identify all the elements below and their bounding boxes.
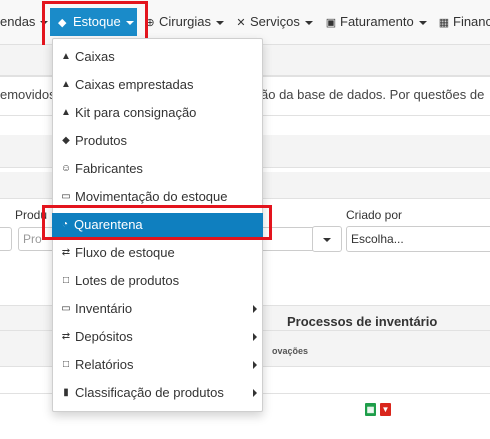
chevron-down-icon bbox=[304, 20, 313, 25]
chevron-right-icon bbox=[253, 333, 257, 341]
table-column-header: ovações bbox=[272, 346, 309, 356]
nav-item-label: Estoque bbox=[73, 14, 121, 29]
menu-item-produtos[interactable]: ◆ Produtos bbox=[53, 128, 262, 154]
produto-label: Produ bbox=[15, 208, 48, 222]
clipboard-icon: ▭ bbox=[61, 303, 71, 314]
bank-icon: ▲ bbox=[61, 51, 71, 62]
menu-item-label: Fluxo de estoque bbox=[75, 245, 175, 260]
menu-item-label: Movimentação do estoque bbox=[75, 189, 228, 204]
table-icon: ▦ bbox=[438, 17, 450, 29]
menu-item-kit-consignacao[interactable]: ▲ Kit para consignação bbox=[53, 100, 262, 126]
menu-item-label: Depósitos bbox=[75, 329, 133, 344]
table-title: Processos de inventário bbox=[287, 314, 438, 329]
shopping-cart-icon: ▣ bbox=[325, 17, 337, 29]
chevron-right-icon bbox=[253, 389, 257, 397]
barcode-icon: ▮ bbox=[63, 387, 69, 398]
left-input[interactable] bbox=[0, 227, 12, 251]
menu-item-label: Relatórios bbox=[75, 357, 134, 372]
nav-item-estoque[interactable]: ◆ Estoque bbox=[50, 8, 137, 36]
menu-item-inventario[interactable]: ▭ Inventário bbox=[53, 296, 262, 322]
exchange-icon: ⇄ bbox=[61, 331, 71, 342]
criado-por-label: Criado por bbox=[346, 208, 403, 222]
chevron-down-icon bbox=[216, 20, 225, 25]
menu-item-classificacao[interactable]: ▮ Classificação de produtos bbox=[53, 380, 262, 406]
file-icon: □ bbox=[62, 275, 70, 286]
chevron-right-icon bbox=[253, 305, 257, 313]
tag-icon: ◆ bbox=[62, 135, 70, 146]
menu-item-fabricantes[interactable]: ☺ Fabricantes bbox=[53, 156, 262, 182]
chevron-down-icon bbox=[323, 237, 331, 242]
alert-text-left: emovidos bbox=[0, 87, 56, 102]
status-select[interactable] bbox=[260, 227, 316, 251]
nav-item-financeiro[interactable]: ▦ Financ bbox=[438, 0, 490, 44]
estoque-dropdown-menu: ▲ Caixas ▲ Caixas emprestadas ▲ Kit para… bbox=[52, 38, 263, 412]
nav-item-label: Faturamento bbox=[340, 14, 414, 29]
clock-icon: ◔ bbox=[61, 219, 69, 230]
menu-item-label: Produtos bbox=[75, 133, 128, 148]
menu-item-label: Classificação de produtos bbox=[75, 385, 224, 400]
menu-item-quarentena[interactable]: ◔ Quarentena bbox=[52, 213, 263, 237]
nav-item-label: endas bbox=[0, 14, 36, 29]
alert-text-right: ão da base de dados. Por questões de bbox=[261, 87, 485, 102]
menu-item-lotes-produtos[interactable]: □ Lotes de produtos bbox=[53, 268, 262, 294]
tag-icon: ◆ bbox=[58, 17, 67, 29]
file-icon: □ bbox=[62, 359, 70, 370]
nav-item-label: Serviços bbox=[250, 14, 300, 29]
criado-por-select[interactable]: Escolha... bbox=[346, 226, 490, 252]
menu-item-caixas-emprestadas[interactable]: ▲ Caixas emprestadas bbox=[53, 72, 262, 98]
menu-item-relatorios[interactable]: □ Relatórios bbox=[53, 352, 262, 378]
chevron-down-icon bbox=[125, 20, 134, 25]
select-toggle-button[interactable] bbox=[312, 226, 342, 252]
menu-item-caixas[interactable]: ▲ Caixas bbox=[53, 44, 262, 70]
excel-icon[interactable]: ▦ bbox=[365, 403, 376, 416]
exchange-icon: ⇄ bbox=[61, 247, 71, 258]
menu-item-label: Lotes de produtos bbox=[75, 273, 180, 288]
nav-item-label: Financ bbox=[453, 14, 490, 29]
menu-item-label: Quarentena bbox=[74, 217, 143, 232]
menu-item-label: Fabricantes bbox=[75, 161, 143, 176]
chevron-down-icon bbox=[40, 20, 49, 25]
menu-item-label: Caixas emprestadas bbox=[75, 77, 194, 92]
menu-item-label: Caixas bbox=[75, 49, 115, 64]
nav-item-vendas[interactable]: endas bbox=[0, 0, 49, 44]
menu-item-label: Inventário bbox=[75, 301, 133, 316]
bank-icon: ▲ bbox=[61, 107, 71, 118]
menu-item-label: Kit para consignação bbox=[75, 105, 197, 120]
nav-item-label: Cirurgias bbox=[159, 14, 212, 29]
menu-item-fluxo-estoque[interactable]: ⇄ Fluxo de estoque bbox=[53, 240, 262, 266]
clipboard-icon: ▭ bbox=[61, 191, 71, 202]
chevron-down-icon bbox=[418, 20, 427, 25]
bank-icon: ▲ bbox=[61, 79, 71, 90]
menu-item-movimentacao[interactable]: ▭ Movimentação do estoque bbox=[53, 184, 262, 210]
pdf-icon[interactable]: ▼ bbox=[380, 403, 391, 416]
chevron-right-icon bbox=[253, 361, 257, 369]
user-icon: ☺ bbox=[60, 163, 72, 174]
menu-item-depositos[interactable]: ⇄ Depósitos bbox=[53, 324, 262, 350]
nav-item-faturamento[interactable]: ▣ Faturamento bbox=[325, 0, 427, 44]
